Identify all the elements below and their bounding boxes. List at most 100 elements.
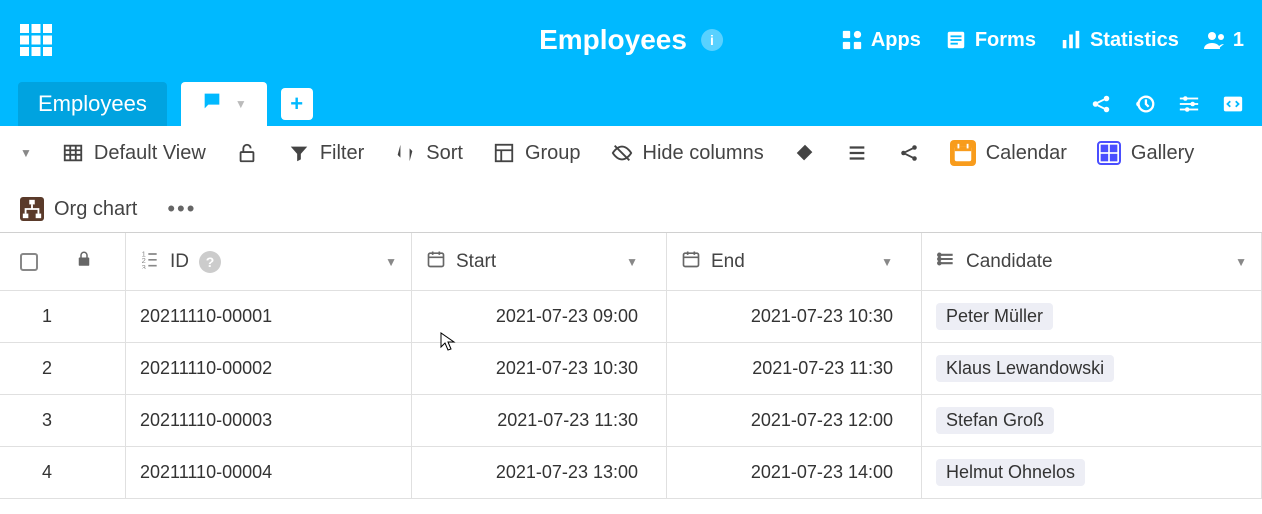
help-icon[interactable]: ? bbox=[199, 251, 221, 273]
column-candidate-label: Candidate bbox=[966, 251, 1053, 273]
calendar-label: Calendar bbox=[986, 142, 1067, 165]
cell-start[interactable]: 2021-07-23 13:00 bbox=[412, 447, 667, 498]
candidate-tag[interactable]: Helmut Ohnelos bbox=[936, 459, 1085, 486]
cell-start[interactable]: 2021-07-23 10:30 bbox=[412, 343, 667, 394]
share-view-button[interactable] bbox=[898, 142, 920, 164]
row-height-button[interactable] bbox=[846, 142, 868, 164]
view-selector[interactable]: Default View bbox=[62, 142, 206, 165]
autonumber-icon: 123 bbox=[140, 249, 160, 275]
comment-icon bbox=[201, 90, 223, 118]
user-count-value: 1 bbox=[1233, 29, 1244, 52]
page-title: Employees bbox=[539, 24, 687, 56]
tab-employees-label: Employees bbox=[38, 91, 147, 117]
row-number: 4 bbox=[0, 462, 58, 483]
candidate-tag[interactable]: Peter Müller bbox=[936, 303, 1053, 330]
nav-forms[interactable]: Forms bbox=[945, 29, 1036, 52]
hide-columns-button[interactable]: Hide columns bbox=[611, 142, 764, 165]
orgchart-label: Org chart bbox=[54, 198, 137, 221]
filter-label: Filter bbox=[320, 142, 364, 165]
column-end-label: End bbox=[711, 251, 745, 273]
cell-start[interactable]: 2021-07-23 09:00 bbox=[412, 291, 667, 342]
cell-candidate[interactable]: Klaus Lewandowski bbox=[922, 343, 1262, 394]
cell-end[interactable]: 2021-07-23 11:30 bbox=[667, 343, 922, 394]
add-tab-button[interactable]: + bbox=[281, 88, 313, 120]
date-icon bbox=[681, 249, 701, 275]
orgchart-button[interactable]: Org chart bbox=[20, 197, 137, 221]
calendar-button[interactable]: Calendar bbox=[950, 140, 1067, 166]
column-header-end[interactable]: End ▼ bbox=[667, 233, 922, 290]
column-menu-candidate-icon[interactable]: ▼ bbox=[1235, 255, 1247, 269]
cell-candidate[interactable]: Stefan Groß bbox=[922, 395, 1262, 446]
nav-apps[interactable]: Apps bbox=[841, 29, 921, 52]
column-menu-start-icon[interactable]: ▼ bbox=[626, 255, 638, 269]
column-id-label: ID bbox=[170, 251, 189, 273]
candidate-tag[interactable]: Klaus Lewandowski bbox=[936, 355, 1114, 382]
column-menu-end-icon[interactable]: ▼ bbox=[881, 255, 893, 269]
svg-text:3: 3 bbox=[142, 262, 146, 268]
lock-toggle[interactable] bbox=[236, 142, 258, 164]
cell-start[interactable]: 2021-07-23 11:30 bbox=[412, 395, 667, 446]
lock-column-icon[interactable] bbox=[75, 250, 93, 274]
app-grid-icon[interactable] bbox=[18, 22, 54, 58]
cell-end[interactable]: 2021-07-23 10:30 bbox=[667, 291, 922, 342]
page-title-wrap: Employees i bbox=[539, 24, 723, 56]
history-icon[interactable] bbox=[1134, 93, 1156, 118]
view-label: Default View bbox=[94, 142, 206, 165]
user-count[interactable]: 1 bbox=[1203, 28, 1244, 52]
calendar-icon bbox=[950, 140, 976, 166]
tab-caret-icon[interactable]: ▼ bbox=[235, 97, 247, 111]
select-all-checkbox[interactable] bbox=[20, 253, 38, 271]
tabs-row: Employees ▼ + bbox=[0, 80, 1262, 126]
gallery-icon bbox=[1097, 141, 1121, 165]
cell-end[interactable]: 2021-07-23 14:00 bbox=[667, 447, 922, 498]
settings-sliders-icon[interactable] bbox=[1178, 93, 1200, 118]
row-number: 2 bbox=[0, 358, 58, 379]
tab-employees[interactable]: Employees bbox=[18, 82, 167, 126]
column-header-id[interactable]: 123 ID ? ▼ bbox=[126, 233, 412, 290]
row-number: 3 bbox=[0, 410, 58, 431]
cell-candidate[interactable]: Peter Müller bbox=[922, 291, 1262, 342]
column-menu-id-icon[interactable]: ▼ bbox=[385, 255, 397, 269]
table-row[interactable]: 1 20211110-000012021-07-23 09:002021-07-2… bbox=[0, 291, 1262, 343]
info-icon[interactable]: i bbox=[701, 29, 723, 51]
orgchart-icon bbox=[20, 197, 44, 221]
date-icon bbox=[426, 249, 446, 275]
gallery-label: Gallery bbox=[1131, 142, 1194, 165]
data-grid: 123 ID ? ▼ Start ▼ End ▼ bbox=[0, 232, 1262, 499]
table-row[interactable]: 4 20211110-000042021-07-23 13:002021-07-2… bbox=[0, 447, 1262, 499]
group-label: Group bbox=[525, 142, 581, 165]
table-row[interactable]: 3 20211110-000032021-07-23 11:302021-07-2… bbox=[0, 395, 1262, 447]
cell-id[interactable]: 20211110-00003 bbox=[126, 395, 412, 446]
embed-icon[interactable] bbox=[1222, 93, 1244, 118]
share-icon[interactable] bbox=[1090, 93, 1112, 118]
nav-apps-label: Apps bbox=[871, 29, 921, 52]
more-button[interactable]: ••• bbox=[167, 196, 196, 222]
cell-id[interactable]: 20211110-00002 bbox=[126, 343, 412, 394]
toolbar: ▼ Default View Filter Sort Group Hide co… bbox=[0, 126, 1262, 232]
column-header-candidate[interactable]: Candidate ▼ bbox=[922, 233, 1262, 290]
gallery-button[interactable]: Gallery bbox=[1097, 141, 1194, 165]
nav-forms-label: Forms bbox=[975, 29, 1036, 52]
candidate-tag[interactable]: Stefan Groß bbox=[936, 407, 1054, 434]
caret-down-icon: ▼ bbox=[20, 146, 32, 160]
top-header: Employees i Apps Forms Statistics 1 bbox=[0, 0, 1262, 80]
column-start-label: Start bbox=[456, 251, 496, 273]
group-button[interactable]: Group bbox=[493, 142, 581, 165]
nav-stats-label: Statistics bbox=[1090, 29, 1179, 52]
sort-label: Sort bbox=[426, 142, 463, 165]
nav-statistics[interactable]: Statistics bbox=[1060, 29, 1179, 52]
cell-id[interactable]: 20211110-00001 bbox=[126, 291, 412, 342]
table-row[interactable]: 2 20211110-000022021-07-23 10:302021-07-2… bbox=[0, 343, 1262, 395]
cell-end[interactable]: 2021-07-23 12:00 bbox=[667, 395, 922, 446]
cell-candidate[interactable]: Helmut Ohnelos bbox=[922, 447, 1262, 498]
row-number: 1 bbox=[0, 306, 58, 327]
column-header-start[interactable]: Start ▼ bbox=[412, 233, 667, 290]
toolbar-caret[interactable]: ▼ bbox=[20, 146, 32, 160]
paint-button[interactable] bbox=[794, 142, 816, 164]
sort-button[interactable]: Sort bbox=[394, 142, 463, 165]
cell-id[interactable]: 20211110-00004 bbox=[126, 447, 412, 498]
filter-button[interactable]: Filter bbox=[288, 142, 364, 165]
hide-label: Hide columns bbox=[643, 142, 764, 165]
tab-comments[interactable]: ▼ bbox=[181, 82, 267, 126]
grid-header-row: 123 ID ? ▼ Start ▼ End ▼ bbox=[0, 233, 1262, 291]
